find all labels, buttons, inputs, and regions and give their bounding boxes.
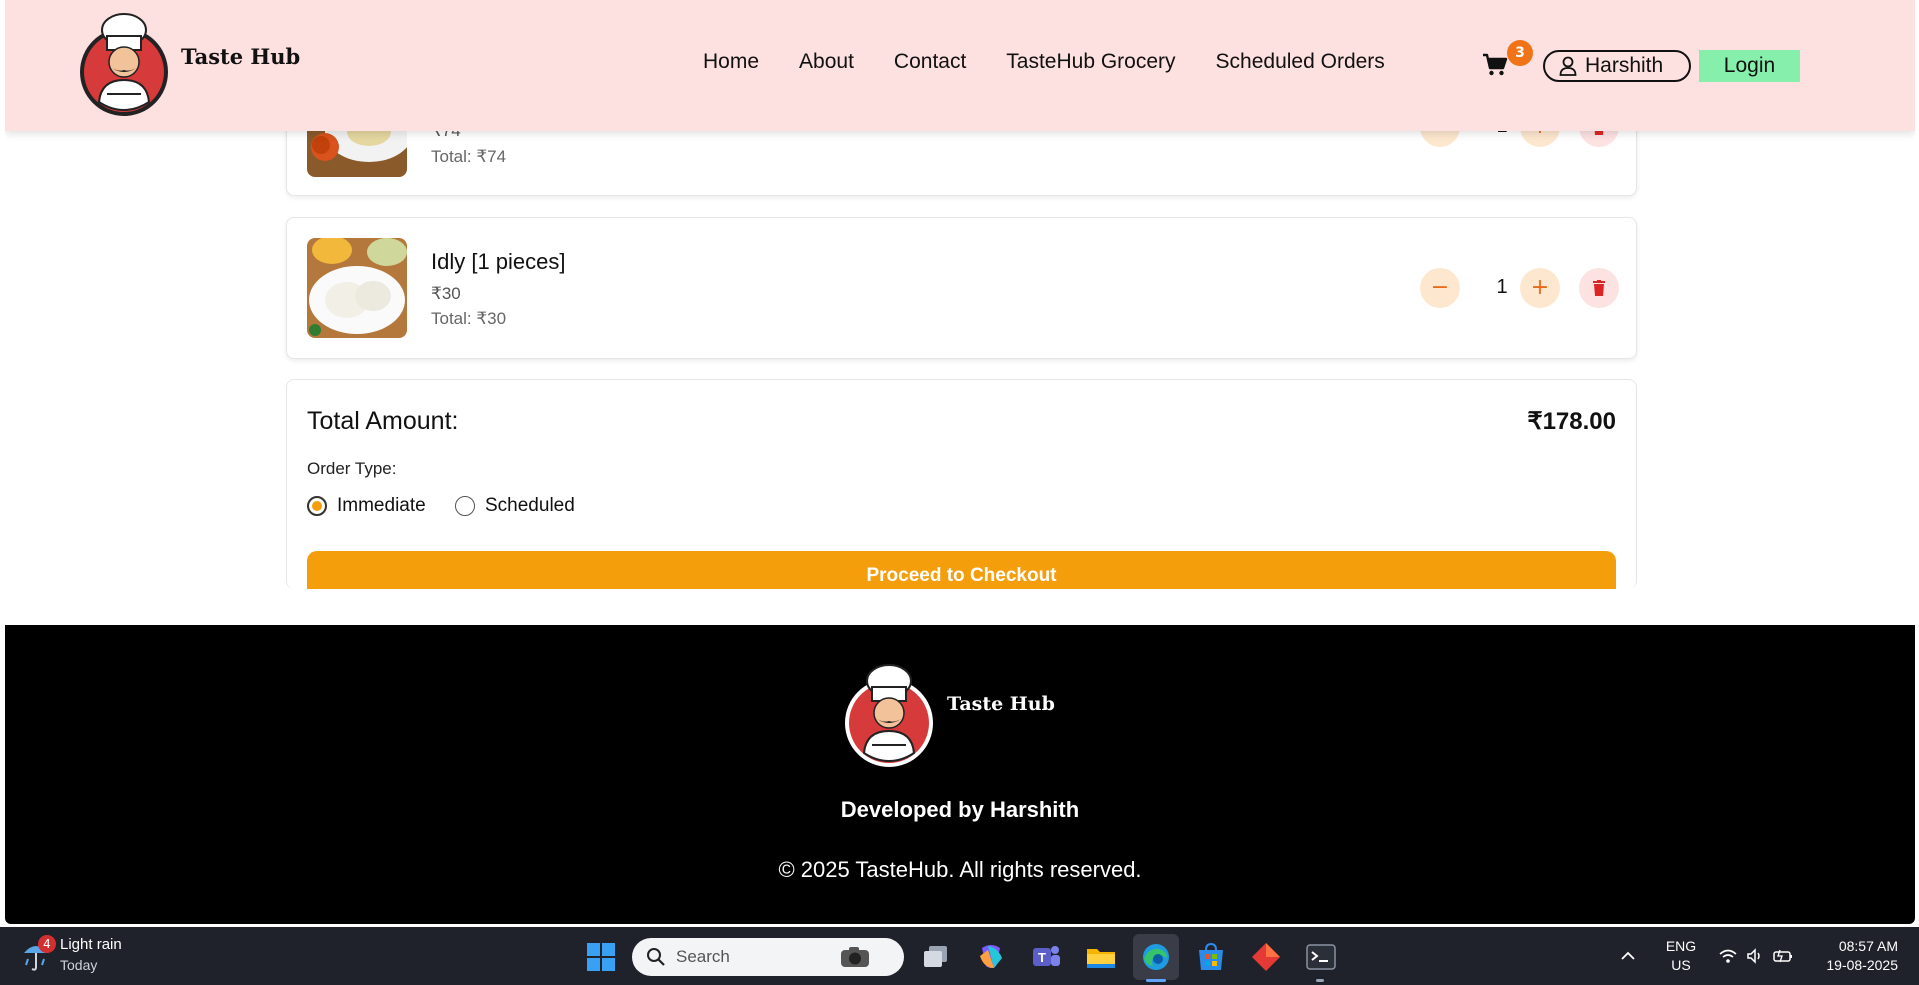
chef-logo-icon[interactable] — [77, 10, 171, 118]
cart-icon[interactable] — [1481, 50, 1509, 78]
terminal-icon[interactable] — [1304, 940, 1338, 974]
cart-item: Idly [1 pieces] ₹30 Total: ₹30 − 1 + — [286, 217, 1637, 359]
site-header: Taste Hub Home About Contact TasteHub Gr… — [5, 0, 1915, 131]
user-name: Harshith — [1585, 54, 1664, 77]
chef-logo-icon — [845, 664, 933, 767]
clock-time: 08:57 AM — [1838, 938, 1898, 954]
radio-immediate-dot[interactable] — [307, 496, 327, 516]
clock-date: 19-08-2025 — [1826, 957, 1898, 973]
search-placeholder: Search — [676, 947, 730, 966]
taskbar-search[interactable]: Search — [632, 938, 904, 976]
copyright-text: © 2025 TasteHub. All rights reserved. — [778, 857, 1142, 882]
nav-home[interactable]: Home — [703, 50, 759, 74]
edge-browser-icon[interactable] — [1139, 940, 1173, 974]
nav-about[interactable]: About — [799, 50, 854, 74]
user-profile-button[interactable]: Harshith — [1543, 50, 1691, 82]
copilot-icon[interactable] — [974, 940, 1008, 974]
weather-alert-badge: 4 — [38, 935, 56, 953]
svg-text:T: T — [1038, 950, 1046, 965]
brand-name[interactable]: Taste Hub — [181, 44, 300, 69]
radio-immediate[interactable]: Immediate — [307, 495, 426, 517]
item-price: ₹30 — [431, 284, 461, 303]
weather-title: Light rain — [60, 936, 122, 953]
footer-brand-name: Taste Hub — [947, 693, 1055, 715]
search-icon — [647, 948, 665, 966]
language-code: ENG — [1665, 938, 1697, 954]
chevron-up-icon[interactable] — [1618, 946, 1638, 966]
item-quantity: 1 — [1496, 276, 1508, 298]
wifi-icon[interactable] — [1718, 946, 1738, 966]
task-view-icon[interactable] — [919, 940, 953, 974]
user-icon — [1559, 56, 1577, 76]
radio-scheduled[interactable]: Scheduled — [455, 495, 575, 517]
increase-qty-button[interactable]: + — [1520, 268, 1560, 308]
site-footer: Taste Hub Developed by Harshith © 2025 T… — [5, 625, 1915, 924]
windows-start-icon[interactable] — [584, 940, 618, 974]
cart-count-badge: 3 — [1507, 40, 1533, 66]
taskbar: 4 Light rain Today Search T ENG US 08:57… — [0, 927, 1919, 985]
item-name: Idly [1 pieces] — [431, 249, 566, 274]
file-explorer-icon[interactable] — [1084, 940, 1118, 974]
radio-immediate-label: Immediate — [337, 495, 426, 516]
region-code: US — [1671, 957, 1691, 973]
browser-page: ₹74 Total: ₹74 − 1 + Idly [1 pieces] ₹30… — [5, 0, 1915, 924]
order-type-label: Order Type: — [307, 459, 397, 478]
system-clock[interactable]: 08:57 AM 19-08-2025 — [1818, 937, 1898, 975]
weather-subtitle: Today — [60, 957, 98, 973]
weather-widget[interactable]: 4 Light rain Today — [22, 935, 122, 975]
total-amount-value: ₹178.00 — [1527, 408, 1616, 435]
radio-scheduled-dot[interactable] — [455, 496, 475, 516]
teams-icon[interactable]: T — [1029, 940, 1063, 974]
language-indicator[interactable]: ENG US — [1664, 937, 1698, 975]
login-button[interactable]: Login — [1699, 50, 1800, 82]
proceed-to-checkout-button[interactable]: Proceed to Checkout — [307, 551, 1616, 589]
rain-umbrella-icon: 4 — [22, 935, 56, 975]
nav-contact[interactable]: Contact — [894, 50, 966, 74]
trash-icon — [1593, 280, 1605, 296]
decrease-qty-button[interactable]: − — [1420, 268, 1460, 308]
radio-scheduled-label: Scheduled — [485, 495, 575, 516]
order-summary: Total Amount: ₹178.00 Order Type: Immedi… — [286, 379, 1637, 589]
terminal-running-indicator — [1316, 979, 1324, 982]
app-diamond-icon[interactable] — [1249, 940, 1283, 974]
item-total: Total: ₹74 — [431, 147, 507, 166]
nav-scheduled-orders[interactable]: Scheduled Orders — [1216, 50, 1385, 74]
battery-icon[interactable] — [1772, 946, 1794, 966]
main-nav: Home About Contact TasteHub Grocery Sche… — [703, 50, 1385, 74]
camera-icon — [840, 947, 869, 967]
nav-grocery[interactable]: TasteHub Grocery — [1006, 50, 1175, 74]
delete-item-button[interactable] — [1579, 268, 1619, 308]
item-image — [307, 238, 407, 338]
edge-active-indicator — [1146, 979, 1166, 982]
developed-by-text: Developed by Harshith — [840, 797, 1080, 822]
microsoft-store-icon[interactable] — [1194, 940, 1228, 974]
total-amount-label: Total Amount: — [307, 407, 459, 435]
volume-icon[interactable] — [1745, 946, 1765, 966]
item-total: Total: ₹30 — [431, 309, 507, 328]
